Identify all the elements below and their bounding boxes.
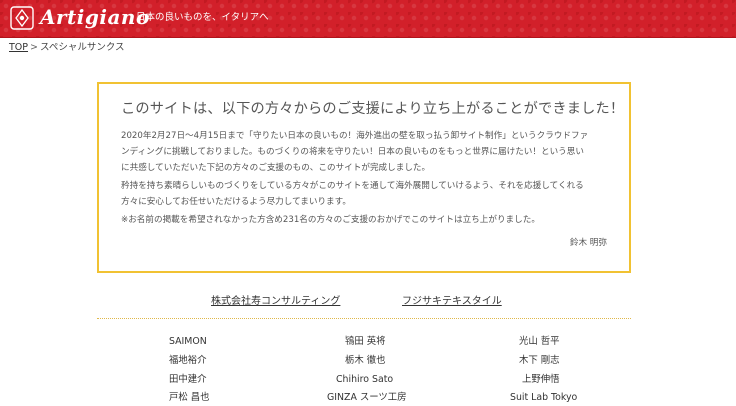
logo-icon[interactable] bbox=[10, 6, 34, 30]
supporter-name: Chihiro Sato bbox=[336, 374, 394, 385]
supporter-name: 上野伸悟 bbox=[522, 374, 560, 385]
breadcrumb-separator: > bbox=[30, 42, 38, 53]
thanks-message-box: このサイトは、以下の方々からのご支援により立ち上がることができました！ 2020… bbox=[97, 82, 631, 273]
sponsor-link-kotobuki-consulting[interactable]: 株式会社寿コンサルティング bbox=[211, 295, 340, 308]
paragraph-line: 矜持を持ち素晴らしいものづくりをしている方々がこのサイトを通して海外展開していけ… bbox=[121, 181, 584, 191]
supporter-name: 福地裕介 bbox=[169, 355, 207, 366]
supporter-name: 木下 剛志 bbox=[519, 355, 560, 366]
supporter-name: 鴇田 英将 bbox=[345, 336, 386, 347]
supporter-name: 光山 哲平 bbox=[519, 336, 560, 347]
site-tagline: 日本の良いものを、イタリアへ bbox=[136, 12, 269, 23]
paragraph-line: に共感していただいた下記の方々のご支援のもの、このサイトが完成しました。 bbox=[121, 163, 431, 173]
paragraph-line: ンディングに挑戦しておりました。ものづくりの将来を守りたい！日本の良いものをもっ… bbox=[121, 147, 584, 157]
supporter-name: 田中建介 bbox=[169, 374, 207, 385]
thanks-title: このサイトは、以下の方々からのご支援により立ち上がることができました！ bbox=[121, 101, 625, 117]
supporter-name: 戸松 昌也 bbox=[169, 392, 210, 403]
sponsor-link-fujisaki-textile[interactable]: フジサキテキスタイル bbox=[402, 295, 502, 308]
thanks-paragraph-commitment: 矜持を持ち素晴らしいものづくりをしている方々がこのサイトを通して海外展開していけ… bbox=[121, 178, 613, 210]
breadcrumb: TOP > スペシャルサンクス bbox=[9, 42, 125, 54]
paragraph-line: 2020年2月27日〜4月15日まで「守りたい日本の良いもの！海外進出の壁を取っ… bbox=[121, 131, 589, 141]
breadcrumb-home-link[interactable]: TOP bbox=[9, 42, 28, 53]
supporter-name: 栃木 徹也 bbox=[345, 355, 386, 366]
supporter-name: Suit Lab Tokyo bbox=[510, 392, 578, 403]
supporter-name: GINZA スーツ工房 bbox=[327, 392, 407, 403]
site-header: Artigiano 日本の良いものを、イタリアへ bbox=[0, 0, 736, 38]
breadcrumb-current: スペシャルサンクス bbox=[39, 42, 125, 53]
thanks-paragraph-note: ※お名前の掲載を希望されなかった方含め231名の方々のご支援のおかげでこのサイト… bbox=[121, 215, 540, 225]
supporter-name: SAIMON bbox=[169, 336, 207, 347]
divider bbox=[97, 318, 631, 319]
signature: 鈴木 明弥 bbox=[569, 238, 607, 248]
paragraph-line: 方々に安心してお任せいただけるよう尽力してまいります。 bbox=[121, 197, 351, 207]
thanks-paragraph-crowdfunding: 2020年2月27日〜4月15日まで「守りたい日本の良いもの！海外進出の壁を取っ… bbox=[121, 128, 613, 176]
site-logo[interactable]: Artigiano bbox=[40, 4, 150, 30]
